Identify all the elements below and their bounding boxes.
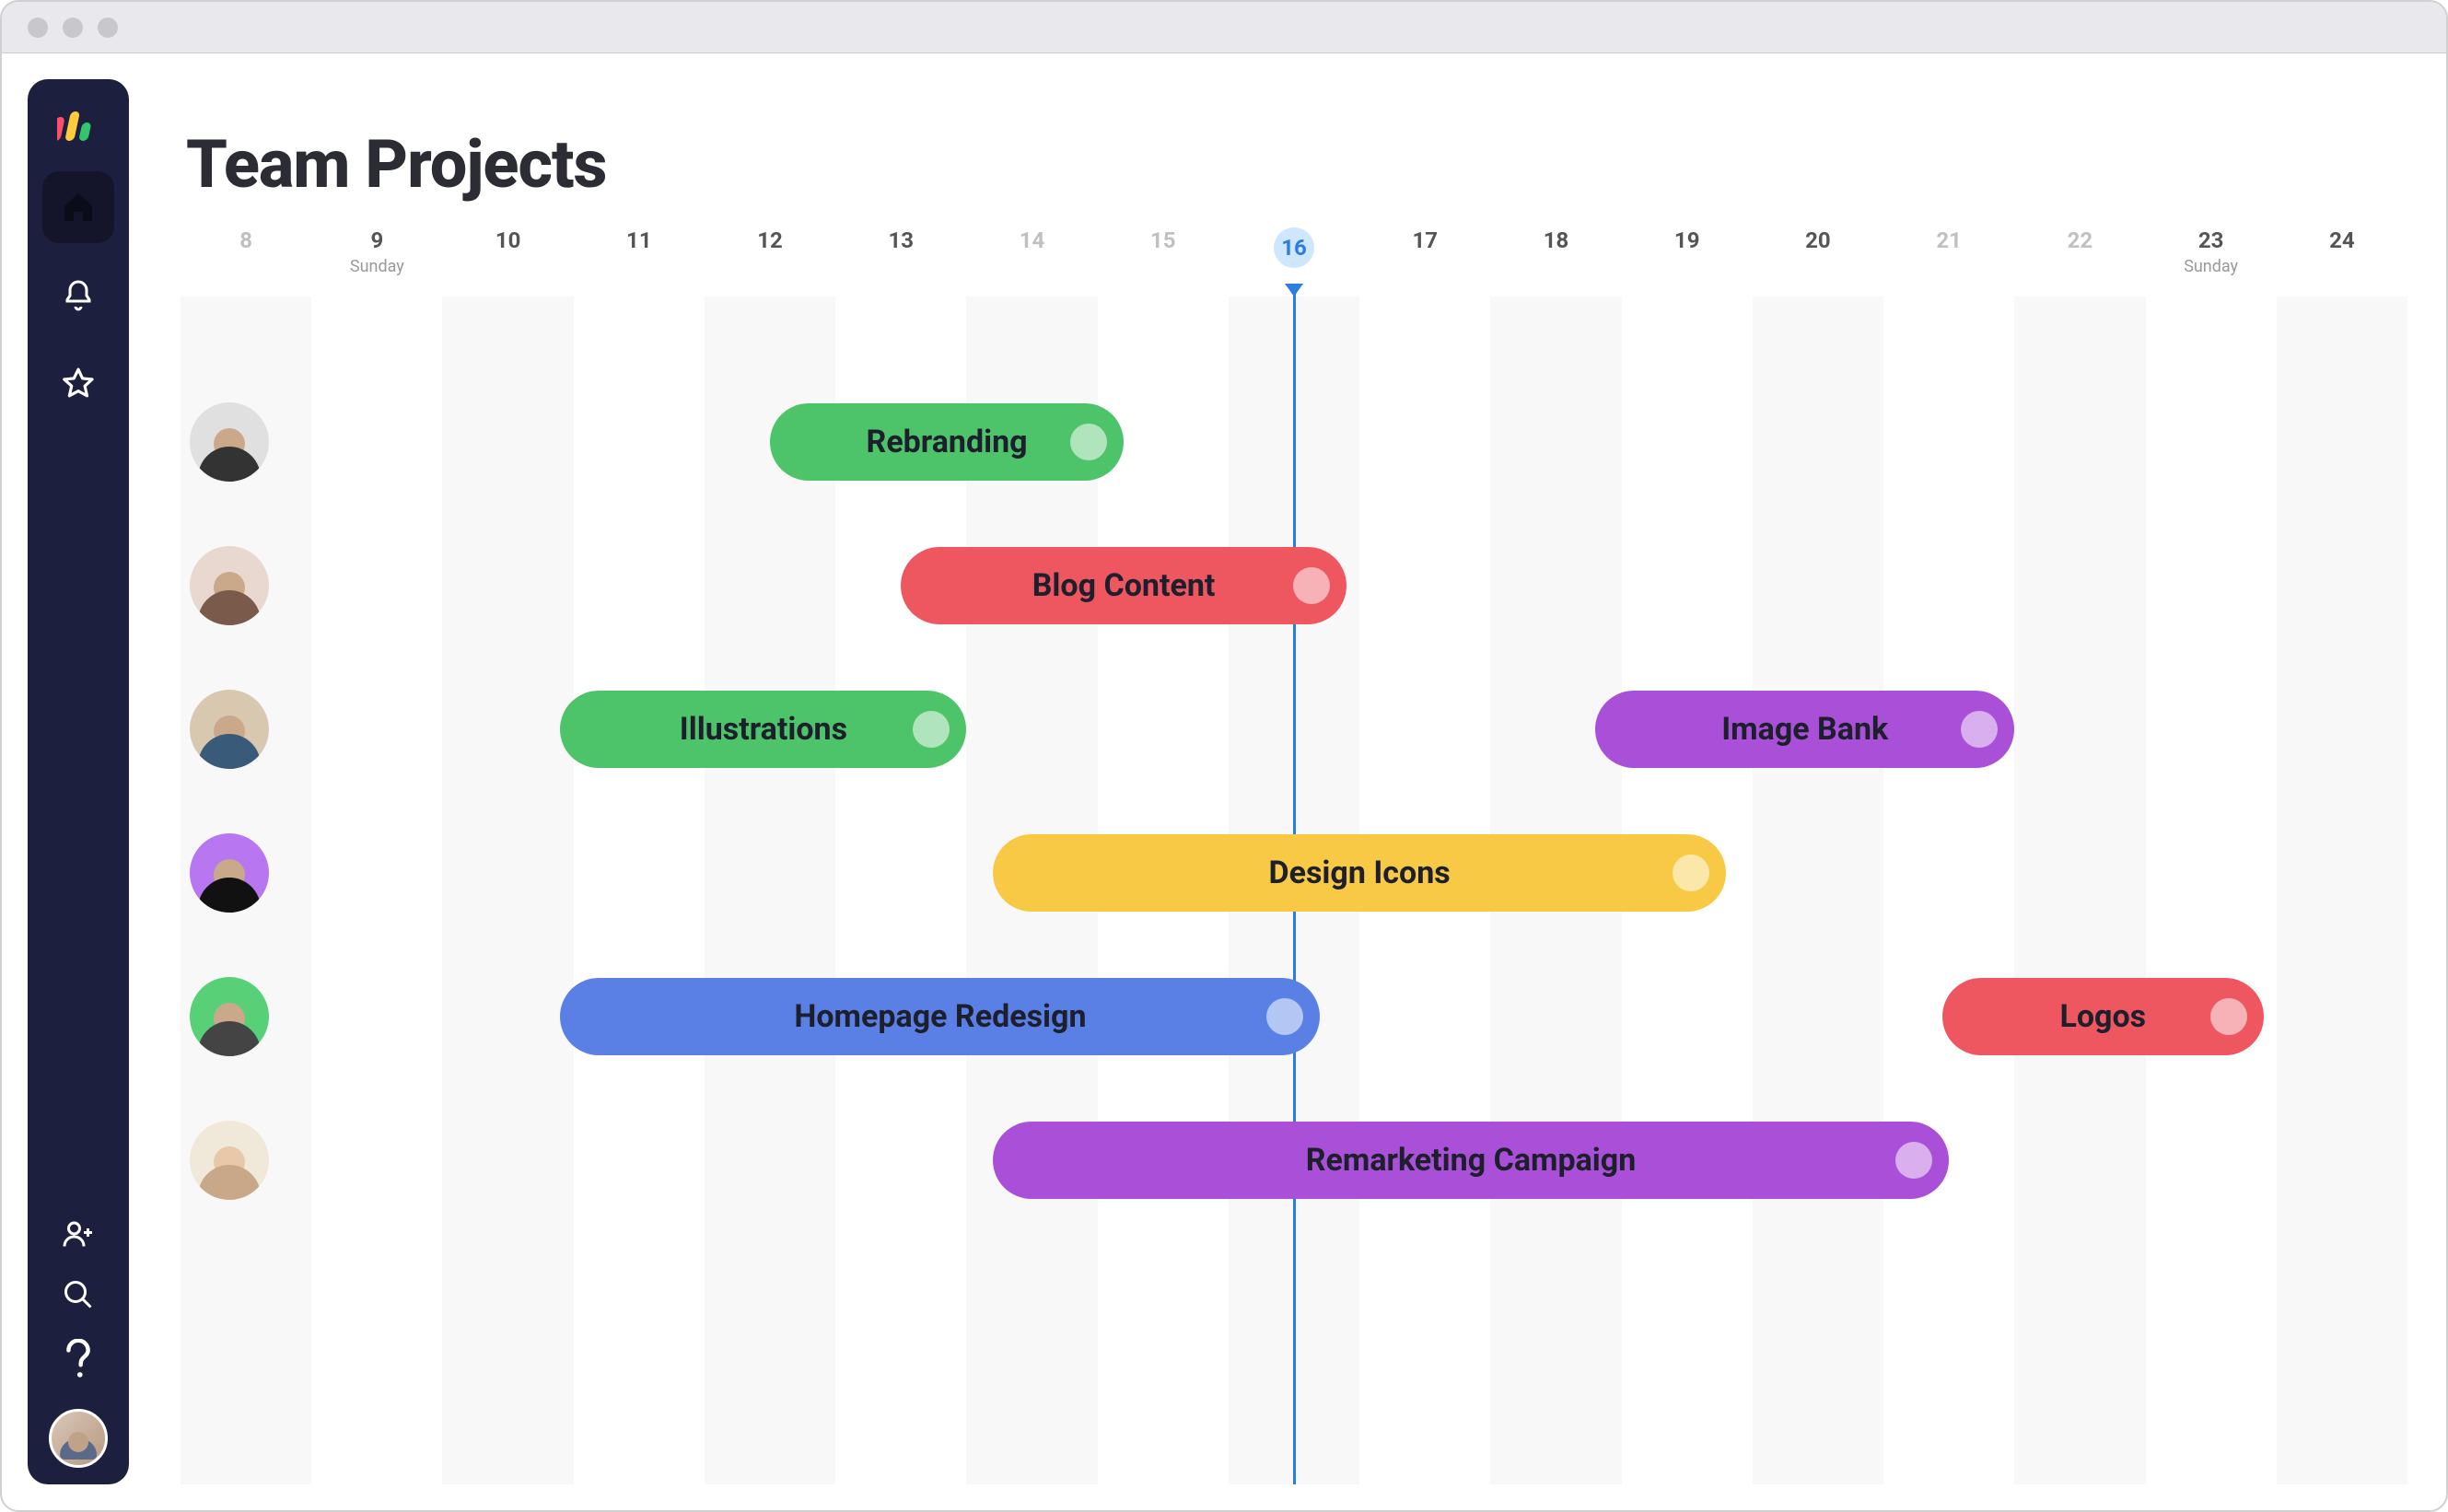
- task-label: Blog Content: [1032, 567, 1216, 604]
- timeline-rows: Rebranding Blog Content Illustrations Image…: [181, 297, 2407, 1484]
- date-column[interactable]: 14: [966, 220, 1097, 287]
- task-bar[interactable]: Blog Content: [901, 547, 1346, 624]
- date-column[interactable]: 9 Sunday: [311, 220, 442, 287]
- page-title: Team Projects: [186, 125, 2407, 204]
- window-maximize-button[interactable]: [98, 17, 118, 38]
- timeline-row: Design Icons: [181, 801, 2407, 945]
- date-column[interactable]: 18: [1490, 220, 1621, 287]
- assignee-avatar[interactable]: [190, 977, 269, 1056]
- today-indicator-marker-icon: [1285, 284, 1303, 297]
- date-number: 20: [1753, 227, 1883, 253]
- date-column[interactable]: 8: [181, 220, 311, 287]
- timeline-date-header: 89Sunday1011121314151617181920212223Sund…: [181, 220, 2407, 287]
- search-icon: [62, 1278, 95, 1311]
- task-bar[interactable]: Remarketing Campaign: [993, 1122, 1949, 1199]
- date-column[interactable]: 20: [1753, 220, 1883, 287]
- date-column[interactable]: 24: [2277, 220, 2407, 287]
- date-number: 17: [1359, 227, 1490, 253]
- date-number: 22: [2014, 227, 2145, 253]
- date-number: 16: [1274, 227, 1314, 268]
- date-column[interactable]: 13: [835, 220, 966, 287]
- date-number: 24: [2277, 227, 2407, 253]
- date-column[interactable]: 10: [442, 220, 573, 287]
- task-handle-icon[interactable]: [2210, 998, 2247, 1035]
- task-label: Remarketing Campaign: [1306, 1142, 1637, 1179]
- assignee-avatar[interactable]: [190, 546, 269, 625]
- date-number: 21: [1883, 227, 2014, 253]
- date-number: 13: [835, 227, 966, 253]
- home-icon: [60, 189, 97, 226]
- date-number: 19: [1622, 227, 1753, 253]
- date-column[interactable]: 11: [574, 220, 705, 287]
- date-column[interactable]: 22: [2014, 220, 2145, 287]
- main-content: Team Projects 89Sunday101112131415161718…: [129, 79, 2433, 1484]
- date-column[interactable]: 12: [705, 220, 835, 287]
- date-column[interactable]: 17: [1359, 220, 1490, 287]
- task-label: Image Bank: [1721, 711, 1888, 748]
- nav-favorites-button[interactable]: [42, 348, 114, 420]
- timeline-row: Homepage Redesign Logos: [181, 945, 2407, 1088]
- nav-search-button[interactable]: [62, 1278, 95, 1311]
- task-handle-icon[interactable]: [1293, 567, 1330, 604]
- assignee-avatar[interactable]: [190, 402, 269, 482]
- task-label: Homepage Redesign: [794, 998, 1086, 1035]
- date-number: 9: [311, 227, 442, 253]
- assignee-avatar[interactable]: [190, 690, 269, 769]
- nav-help-button[interactable]: [64, 1339, 92, 1381]
- task-bar[interactable]: Rebranding: [770, 403, 1124, 481]
- app-body: Team Projects 89Sunday101112131415161718…: [2, 53, 2446, 1510]
- nav-home-button[interactable]: [42, 171, 114, 243]
- date-column[interactable]: 21: [1883, 220, 2014, 287]
- date-weekday-label: Sunday: [2146, 257, 2277, 276]
- date-column[interactable]: 15: [1098, 220, 1229, 287]
- task-bar[interactable]: Design Icons: [993, 834, 1727, 912]
- task-bar[interactable]: Illustrations: [560, 691, 966, 768]
- window-close-button[interactable]: [28, 17, 48, 38]
- app-logo-icon[interactable]: [56, 105, 100, 149]
- date-number: 8: [181, 227, 311, 253]
- sidebar: [28, 79, 129, 1484]
- task-handle-icon[interactable]: [1673, 855, 1709, 891]
- window-title-bar: [2, 2, 2446, 53]
- timeline-body: Rebranding Blog Content Illustrations Image…: [181, 297, 2407, 1484]
- date-number: 18: [1490, 227, 1621, 253]
- task-bar[interactable]: Logos: [1942, 978, 2263, 1055]
- star-icon: [61, 366, 96, 401]
- date-column[interactable]: 23 Sunday: [2146, 220, 2277, 287]
- timeline-row: Illustrations Image Bank: [181, 657, 2407, 801]
- task-handle-icon[interactable]: [1266, 998, 1303, 1035]
- task-label: Illustrations: [680, 711, 847, 748]
- task-bar[interactable]: Image Bank: [1595, 691, 2014, 768]
- invite-user-icon: [62, 1217, 95, 1250]
- task-handle-icon[interactable]: [1895, 1142, 1932, 1179]
- task-handle-icon[interactable]: [1961, 711, 1998, 748]
- date-number: 14: [966, 227, 1097, 253]
- assignee-avatar[interactable]: [190, 833, 269, 913]
- date-column[interactable]: 16: [1229, 220, 1359, 287]
- task-label: Rebranding: [867, 424, 1028, 460]
- task-handle-icon[interactable]: [1070, 424, 1107, 460]
- date-number: 23: [2146, 227, 2277, 253]
- browser-window: Team Projects 89Sunday101112131415161718…: [0, 0, 2448, 1512]
- help-icon: [64, 1339, 92, 1381]
- date-number: 15: [1098, 227, 1229, 253]
- nav-invite-button[interactable]: [62, 1217, 95, 1250]
- task-bar[interactable]: Homepage Redesign: [560, 978, 1320, 1055]
- date-number: 11: [574, 227, 705, 253]
- date-number: 12: [705, 227, 835, 253]
- task-handle-icon[interactable]: [913, 711, 950, 748]
- assignee-avatar[interactable]: [190, 1121, 269, 1200]
- nav-profile-avatar[interactable]: [49, 1409, 108, 1468]
- nav-notifications-button[interactable]: [42, 260, 114, 331]
- date-column[interactable]: 19: [1622, 220, 1753, 287]
- task-label: Design Icons: [1268, 855, 1450, 891]
- timeline-row: Remarketing Campaign: [181, 1088, 2407, 1232]
- task-label: Logos: [2059, 998, 2146, 1035]
- window-minimize-button[interactable]: [63, 17, 83, 38]
- timeline-row: Rebranding: [181, 370, 2407, 514]
- bell-icon: [62, 279, 95, 312]
- date-weekday-label: Sunday: [311, 257, 442, 276]
- timeline-row: Blog Content: [181, 514, 2407, 657]
- date-number: 10: [442, 227, 573, 253]
